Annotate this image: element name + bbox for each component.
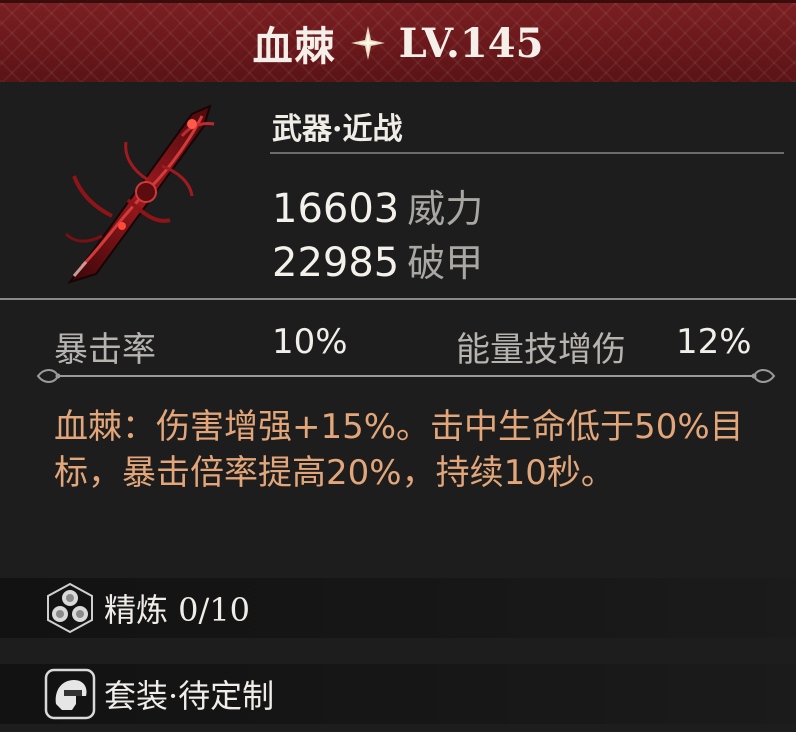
ornamental-divider [36, 369, 776, 383]
stat-row-power: 16603 威力 [272, 178, 483, 233]
set-content: 套装·待定制 [44, 668, 275, 720]
category-divider [270, 152, 784, 154]
section-divider [0, 298, 796, 300]
refine-label: 精炼 0/10 [104, 591, 251, 629]
weapon-level: LV.145 [398, 19, 544, 67]
refine-content: 精炼 0/10 [44, 582, 251, 634]
title-banner: 血棘 LV.145 [0, 0, 796, 82]
four-point-star-icon [350, 26, 385, 60]
weapon-name: 血棘 [252, 23, 337, 70]
sub-stat-value: 12% [676, 322, 752, 362]
stat-value: 22985 [272, 240, 400, 286]
sub-stat-value: 10% [272, 322, 348, 362]
effect-description: 血棘：伤害增强+15%。击中生命低于50%目标，暴击倍率提高20%，持续10秒。 [54, 407, 744, 493]
sub-stat-label: 暴击率 [54, 330, 156, 370]
weapon-category: 武器·近战 [272, 112, 403, 147]
helmet-icon [44, 668, 96, 720]
set-label: 套装·待定制 [104, 677, 275, 715]
hexagon-cluster-icon [47, 582, 93, 634]
stat-row-armor-break: 22985 破甲 [272, 232, 483, 287]
stat-value: 16603 [272, 186, 400, 232]
title-group: 血棘 LV.145 [0, 13, 796, 73]
set-bar[interactable]: 套装·待定制 [0, 664, 796, 724]
refine-bar[interactable]: 精炼 0/10 [0, 578, 796, 638]
crimson-thorn-blade-icon [64, 104, 215, 284]
stat-name: 破甲 [407, 241, 484, 285]
stat-name: 威力 [407, 187, 484, 231]
sub-stat-label: 能量技增伤 [456, 330, 626, 370]
